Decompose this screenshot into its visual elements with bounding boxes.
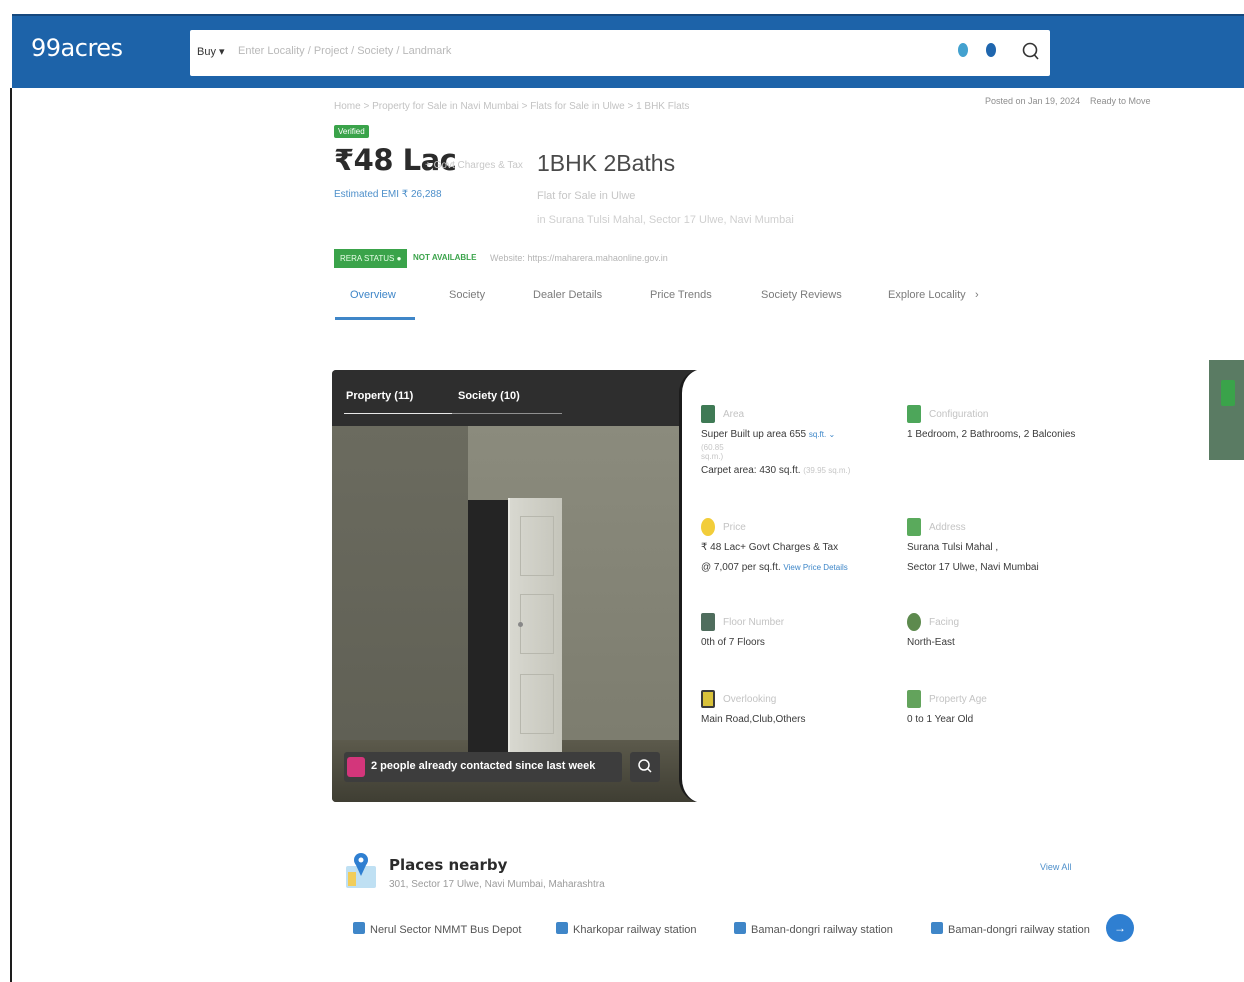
place-item[interactable]: Baman-dongri railway station <box>931 922 1090 936</box>
gallery-tab-property[interactable]: Property (11) <box>346 390 413 402</box>
place-item[interactable]: Baman-dongri railway station <box>734 922 893 936</box>
view-all-link[interactable]: View All <box>1040 862 1071 872</box>
detail-value-line2: Sector 17 Ulwe, Navi Mumbai <box>907 562 1039 573</box>
train-icon <box>556 922 568 934</box>
gallery-tab-indicator <box>344 413 452 414</box>
places-nearby-title: Places nearby <box>389 856 508 874</box>
place-item[interactable]: Nerul Sector NMMT Bus Depot <box>353 922 521 936</box>
rera-status-badge: RERA STATUS ● <box>334 249 408 268</box>
tab-society[interactable]: Society <box>449 289 485 301</box>
compass-icon <box>907 613 921 631</box>
door-knob <box>518 622 523 627</box>
bed-icon <box>907 405 921 423</box>
detail-label: Area <box>723 409 745 420</box>
bus-icon <box>353 922 365 934</box>
listing-subtitle: Flat for Sale in Ulwe <box>537 190 636 202</box>
detail-value: ₹ 48 Lac+ Govt Charges & Tax <box>701 542 839 553</box>
tab-society-reviews[interactable]: Society Reviews <box>761 289 842 301</box>
emi-link[interactable]: Estimated EMI ₹ 26,288 <box>334 189 442 200</box>
chevron-down-icon: ⌄ <box>828 430 836 439</box>
chevron-down-icon: ▾ <box>219 46 225 58</box>
view-price-details-link[interactable]: View Price Details <box>783 563 847 572</box>
area-sqm: (60.85 sq.m.) <box>701 443 724 461</box>
microphone-icon[interactable] <box>986 43 996 57</box>
site-header: 99acres Buy ▾ Enter Locality / Project /… <box>12 14 1244 88</box>
bookmark-icon <box>1221 380 1235 406</box>
posted-date: Posted on Jan 19, 2024 <box>985 96 1081 106</box>
price-note: + Govt Charges & Tax <box>425 160 523 171</box>
signpost-icon <box>907 518 921 536</box>
info-icon: ● <box>396 254 402 263</box>
possession-status: Ready to Move <box>1090 96 1151 106</box>
configuration-title: 1BHK 2Baths <box>537 150 676 176</box>
carpet-area: Carpet area: 430 sq.ft. (39.95 sq.m.) <box>701 465 851 476</box>
detail-label: Price <box>723 522 746 533</box>
contact-count-text: 2 people already contacted since last we… <box>371 760 596 772</box>
stairs-icon <box>701 613 715 631</box>
detail-label: Overlooking <box>723 694 777 705</box>
detail-value: North-East <box>907 637 955 648</box>
detail-value: 0th of 7 Floors <box>701 637 765 648</box>
detail-label: Configuration <box>929 409 989 420</box>
chevron-right-icon[interactable]: › <box>975 289 979 301</box>
place-item[interactable]: Kharkopar railway station <box>556 922 697 936</box>
breadcrumb[interactable]: Home > Property for Sale in Navi Mumbai … <box>334 101 689 112</box>
detail-value: Main Road,Club,Others <box>701 714 806 725</box>
section-tabs: Overview Society Dealer Details Price Tr… <box>334 286 994 322</box>
detail-label: Facing <box>929 617 960 628</box>
area-icon <box>701 405 715 423</box>
tab-overview[interactable]: Overview <box>350 289 396 301</box>
door-panel <box>520 594 554 654</box>
tab-explore-locality[interactable]: Explore Locality <box>888 289 966 301</box>
places-nearby-list: Nerul Sector NMMT Bus Depot Kharkopar ra… <box>353 920 1133 942</box>
active-tab-indicator <box>335 317 415 320</box>
page-left-border <box>10 88 12 982</box>
rera-state: NOT AVAILABLE <box>413 253 477 262</box>
door-panel <box>520 516 554 576</box>
tab-price-trends[interactable]: Price Trends <box>650 289 712 301</box>
detail-value: 1 Bedroom, 2 Bathrooms, 2 Balconies <box>907 429 1076 440</box>
train-icon <box>734 922 746 934</box>
rera-website[interactable]: Website: https://maharera.mahaonline.gov… <box>490 253 668 263</box>
gallery-tab-bar: Property (11) Society (10) <box>332 370 704 426</box>
zoom-button[interactable] <box>630 752 660 782</box>
detail-value: 0 to 1 Year Old <box>907 714 974 725</box>
map-pin-icon <box>346 853 376 888</box>
photo-door <box>508 498 562 754</box>
site-logo[interactable]: 99acres <box>31 34 123 62</box>
price-per-sqft: @ 7,007 per sq.ft. View Price Details <box>701 562 848 573</box>
detail-label: Property Age <box>929 694 987 705</box>
price-tag-icon <box>701 518 715 536</box>
unit-dropdown[interactable]: sq.ft. ⌄ <box>809 430 835 439</box>
tab-dealer-details[interactable]: Dealer Details <box>533 289 602 301</box>
door-panel <box>520 674 554 734</box>
search-icon[interactable] <box>1020 40 1042 64</box>
user-icon <box>347 757 365 777</box>
verified-badge: Verified <box>334 125 369 138</box>
search-bar[interactable]: Buy ▾ Enter Locality / Project / Society… <box>190 30 1050 76</box>
detail-value: Super Built up area 655 sq.ft. ⌄ <box>701 429 836 440</box>
listing-location: in Surana Tulsi Mahal, Sector 17 Ulwe, N… <box>537 214 794 226</box>
train-icon <box>931 922 943 934</box>
zoom-icon <box>638 759 652 773</box>
places-next-button[interactable]: → <box>1106 914 1134 942</box>
side-feedback-widget[interactable] <box>1209 360 1244 460</box>
building-icon <box>907 690 921 708</box>
location-pin-icon[interactable] <box>958 43 968 57</box>
detail-label: Floor Number <box>723 617 785 628</box>
detail-label: Address <box>929 522 966 533</box>
photo-gallery[interactable]: Property (11) Society (10) 2 people alre… <box>332 370 704 802</box>
detail-value: Surana Tulsi Mahal , <box>907 542 999 553</box>
places-nearby-address: 301, Sector 17 Ulwe, Navi Mumbai, Mahara… <box>389 879 605 890</box>
search-mode-dropdown[interactable]: Buy ▾ <box>197 45 225 58</box>
contact-banner: 2 people already contacted since last we… <box>344 752 622 782</box>
search-input[interactable]: Enter Locality / Project / Society / Lan… <box>238 45 451 57</box>
window-icon <box>701 690 715 708</box>
gallery-tab-society[interactable]: Society (10) <box>458 390 520 402</box>
